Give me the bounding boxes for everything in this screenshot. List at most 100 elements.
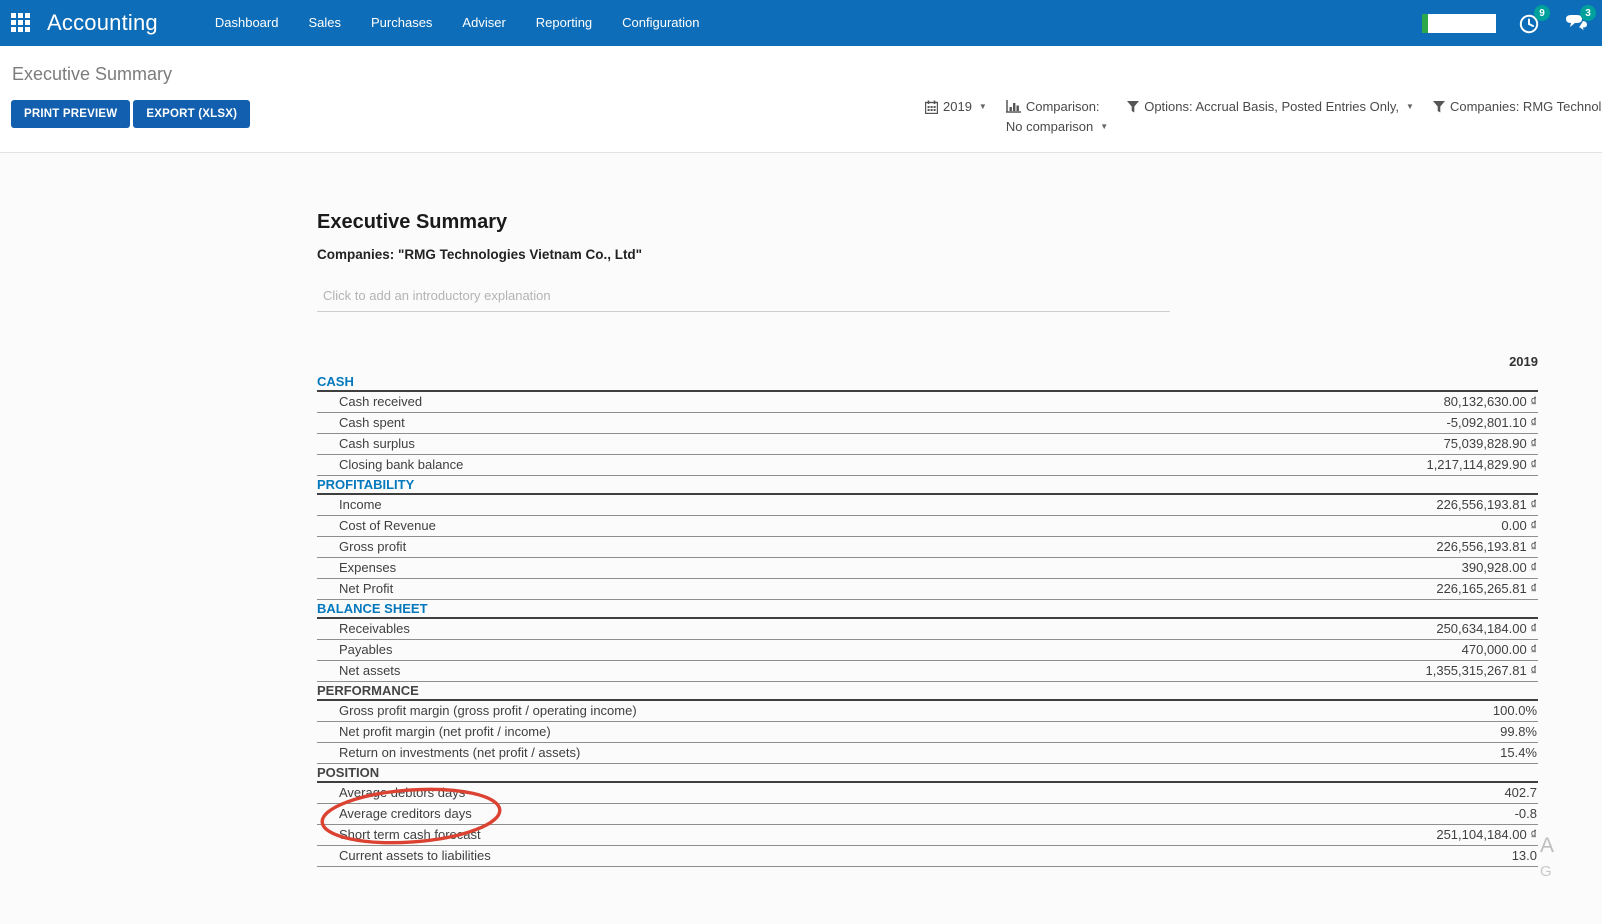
user-box[interactable] [1422, 14, 1496, 33]
intro-explanation-input[interactable]: Click to add an introductory explanation [317, 288, 1170, 312]
report-subtitle: Companies: "RMG Technologies Vietnam Co.… [317, 247, 642, 262]
breadcrumb: Executive Summary [12, 64, 172, 85]
table-row: Current assets to liabilities 13.0 [317, 846, 1538, 867]
companies-filter-label: Companies: RMG Technolog [1450, 99, 1602, 114]
menu-item-label: Dashboard [215, 15, 279, 30]
comparison-filter-value: No comparison [1006, 119, 1093, 134]
row-label: Net Profit [317, 579, 393, 599]
table-row: Expenses 390,928.00 ₫ [317, 558, 1538, 579]
section-header-performance: PERFORMANCE [317, 682, 1538, 701]
comparison-filter[interactable]: Comparison: No comparison ▼ [1006, 99, 1108, 134]
funnel-icon [1127, 101, 1139, 113]
row-value: 80,132,630.00 ₫ [1444, 392, 1538, 412]
table-row: Net profit margin (net profit / income)9… [317, 722, 1538, 743]
activity-count-badge: 9 [1534, 5, 1550, 21]
action-buttons: PRINT PREVIEW EXPORT (XLSX) [11, 100, 250, 128]
row-value: 402.7 [1504, 783, 1538, 803]
table-row: Net assets1,355,315,267.81 ₫ [317, 661, 1538, 682]
calendar-icon [925, 100, 938, 114]
menu-item-label: Sales [308, 15, 341, 30]
table-row: Closing bank balance1,217,114,829.90 ₫ [317, 455, 1538, 476]
table-row: Cash received 80,132,630.00 ₫ [317, 392, 1538, 413]
row-label: Net assets [317, 661, 400, 681]
row-value: 100.0% [1493, 701, 1538, 721]
row-value: 251,104,184.00 ₫ [1436, 825, 1538, 845]
chevron-down-icon: ▼ [1100, 122, 1108, 131]
main-menu: Dashboard Sales Purchases Adviser Reporting C… [200, 0, 715, 46]
row-value: 250,634,184.00 ₫ [1436, 619, 1538, 639]
table-row: Gross profit margin (gross profit / oper… [317, 701, 1538, 722]
menu-item-adviser[interactable]: Adviser [447, 0, 520, 46]
table-row: Cash surplus 75,039,828.90 ₫ [317, 434, 1538, 455]
table-row: Short term cash forecast251,104,184.00 ₫ [317, 825, 1538, 846]
year-column-header: 2019 [317, 354, 1538, 369]
top-navbar: Accounting Dashboard Sales Purchases Advise… [0, 0, 1602, 46]
section-header-profitability[interactable]: PROFITABILITY [317, 476, 1538, 495]
menu-item-dashboard[interactable]: Dashboard [200, 0, 294, 46]
menu-item-configuration[interactable]: Configuration [607, 0, 714, 46]
row-label: Average debtors days [317, 783, 465, 803]
row-value: 75,039,828.90 ₫ [1444, 434, 1538, 454]
row-label: Cash surplus [317, 434, 415, 454]
row-label: Cost of Revenue [317, 516, 436, 536]
section-header-balance-sheet[interactable]: BALANCE SHEET [317, 600, 1538, 619]
row-label: Income [317, 495, 382, 515]
row-label: Expenses [317, 558, 396, 578]
watermark-line1: A [1540, 834, 1554, 858]
menu-item-sales[interactable]: Sales [293, 0, 356, 46]
row-value: 13.0 [1512, 846, 1538, 866]
row-value: 0.00 ₫ [1501, 516, 1538, 536]
table-row: Receivables250,634,184.00 ₫ [317, 619, 1538, 640]
section-header-cash[interactable]: CASH [317, 373, 1538, 392]
row-value: 226,556,193.81 ₫ [1436, 495, 1538, 515]
table-row: Payables470,000.00 ₫ [317, 640, 1538, 661]
row-value: -0.8 [1515, 804, 1538, 824]
row-label: Return on investments (net profit / asse… [317, 743, 580, 763]
table-row: Cash spent -5,092,801.10 ₫ [317, 413, 1538, 434]
section-header-label: PROFITABILITY [317, 477, 414, 492]
systray: 9 3 [1422, 0, 1588, 46]
table-row: Average creditors days -0.8 [317, 804, 1538, 825]
export-xlsx-button[interactable]: EXPORT (XLSX) [133, 100, 250, 128]
row-label: Payables [317, 640, 392, 660]
options-filter[interactable]: Options: Accrual Basis, Posted Entries O… [1127, 99, 1414, 114]
row-label: Cash received [317, 392, 422, 412]
watermark-line2: G [1540, 863, 1554, 880]
chevron-down-icon: ▼ [1406, 102, 1414, 111]
row-label: Closing bank balance [317, 455, 463, 475]
messages-icon[interactable]: 3 [1564, 11, 1588, 35]
section-header-label: BALANCE SHEET [317, 601, 428, 616]
period-filter-label: 2019 [943, 99, 972, 114]
row-value: 15.4% [1500, 743, 1538, 763]
row-label: Current assets to liabilities [317, 846, 491, 866]
menu-item-label: Configuration [622, 15, 699, 30]
apps-menu-icon[interactable] [11, 13, 32, 33]
section-header-label: CASH [317, 374, 354, 389]
period-filter[interactable]: 2019 ▼ [925, 99, 987, 114]
row-label: Cash spent [317, 413, 405, 433]
chevron-down-icon: ▼ [979, 102, 987, 111]
table-row: Gross profit226,556,193.81 ₫ [317, 537, 1538, 558]
executive-summary-table: CASHCash received80,132,630.00 ₫Cash spe… [317, 373, 1538, 867]
row-value: 390,928.00 ₫ [1462, 558, 1538, 578]
section-header-position: POSITION [317, 764, 1538, 783]
print-preview-button[interactable]: PRINT PREVIEW [11, 100, 130, 128]
messages-count-badge: 3 [1580, 5, 1596, 21]
report-filters: 2019 ▼ Comparison: No comparison ▼ [925, 99, 1602, 134]
companies-filter[interactable]: Companies: RMG Technolog [1433, 99, 1602, 114]
menu-item-purchases[interactable]: Purchases [356, 0, 447, 46]
row-value: -5,092,801.10 ₫ [1446, 413, 1538, 433]
activity-clock-icon[interactable]: 9 [1518, 11, 1542, 35]
row-label: Average creditors days [317, 804, 472, 824]
watermark: A G [1540, 834, 1554, 880]
bar-chart-icon [1006, 100, 1021, 113]
menu-item-reporting[interactable]: Reporting [521, 0, 607, 46]
menu-item-label: Adviser [462, 15, 505, 30]
funnel-icon [1433, 101, 1445, 113]
row-value: 99.8% [1500, 722, 1538, 742]
control-panel: Executive Summary PRINT PREVIEW EXPORT (… [0, 46, 1602, 153]
options-filter-label: Options: Accrual Basis, Posted Entries O… [1144, 99, 1399, 114]
app-brand[interactable]: Accounting [47, 10, 158, 36]
menu-item-label: Purchases [371, 15, 432, 30]
row-value: 226,556,193.81 ₫ [1436, 537, 1538, 557]
